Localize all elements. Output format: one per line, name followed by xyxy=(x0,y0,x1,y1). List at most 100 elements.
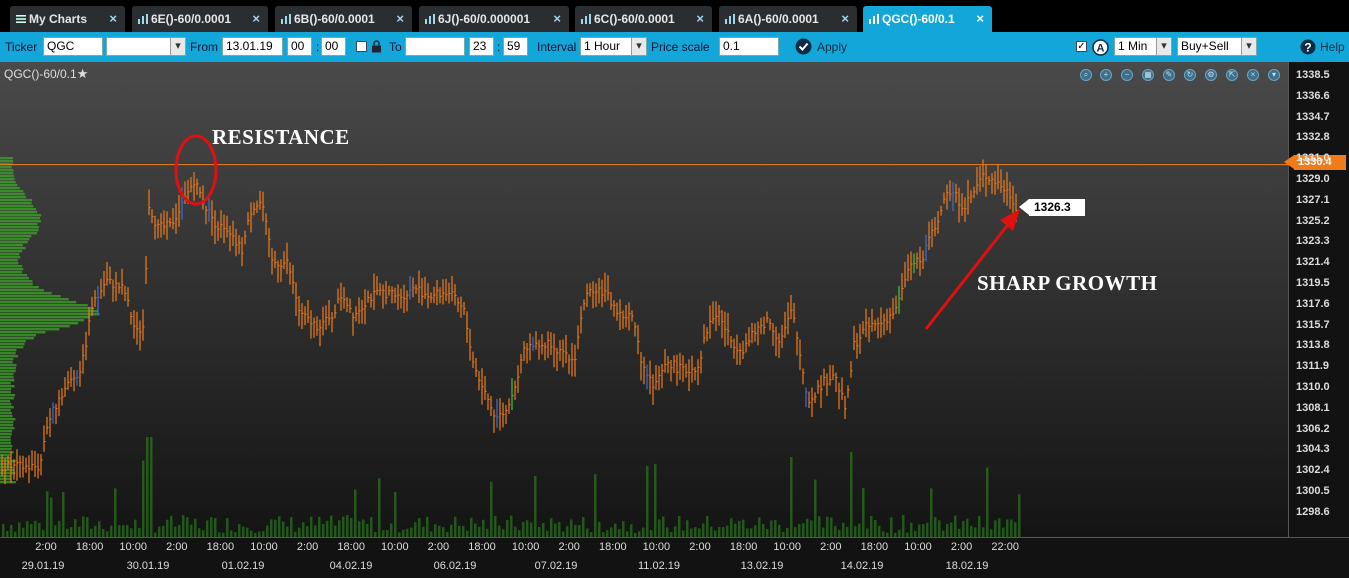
tab-qgc[interactable]: QGC()-60/0.1 × xyxy=(863,6,992,32)
time-separator: : xyxy=(316,40,320,54)
volume-bar xyxy=(734,523,737,537)
volume-bar xyxy=(754,525,757,537)
volume-bar xyxy=(970,526,973,537)
volume-bar xyxy=(846,526,849,537)
volume-bar xyxy=(582,517,585,537)
volume-profile-bar xyxy=(0,355,19,358)
y-tick-label: 1329.0 xyxy=(1296,173,1330,185)
close-icon[interactable]: × xyxy=(109,6,117,32)
volume-bar xyxy=(526,520,529,537)
close-icon[interactable]: × xyxy=(696,6,704,32)
settings-icon[interactable]: ⚙ xyxy=(1205,69,1217,81)
volume-bar xyxy=(606,530,609,537)
volume-bar xyxy=(486,528,489,537)
volume-bar xyxy=(974,527,977,537)
volume-bar xyxy=(158,526,161,537)
volume-profile-bar xyxy=(0,199,33,202)
volume-bar xyxy=(630,524,633,537)
price-scale-label: Price scale xyxy=(651,40,710,54)
zoom-out-icon[interactable]: − xyxy=(1121,69,1133,81)
volume-profile-bar xyxy=(0,343,25,346)
to-minute-input[interactable]: 59 xyxy=(503,37,528,56)
tab-6j[interactable]: 6J()-60/0.000001 × xyxy=(419,6,569,32)
price-chart[interactable] xyxy=(0,62,1288,537)
volume-profile-bar xyxy=(0,442,12,445)
volume-bar xyxy=(610,527,613,537)
volume-bar xyxy=(698,528,701,537)
volume-bar xyxy=(370,517,373,537)
tab-6c[interactable]: 6C()-60/0.0001 × xyxy=(575,6,712,32)
volume-profile-bar xyxy=(0,376,14,379)
volume-profile-bar xyxy=(0,325,70,328)
volume-profile-bar xyxy=(0,205,34,208)
price-scale-input[interactable]: 0.1 xyxy=(719,37,779,56)
to-date-input[interactable] xyxy=(405,37,465,56)
draw-icon[interactable]: ✎ xyxy=(1163,69,1175,81)
close-icon[interactable]: × xyxy=(252,6,260,32)
grid-icon[interactable]: ▦ xyxy=(1142,69,1154,81)
to-hour-input[interactable]: 23 xyxy=(469,37,494,56)
from-minute-input[interactable]: 00 xyxy=(321,37,346,56)
volume-profile-bar xyxy=(0,358,14,361)
interval-dropdown[interactable]: 1 Hour xyxy=(580,37,647,56)
volume-bar xyxy=(150,437,153,537)
volume-profile-bar xyxy=(0,397,15,400)
tab-label: 6B()-60/0.0001 xyxy=(294,12,375,26)
close-icon[interactable]: × xyxy=(976,6,984,32)
volume-bar xyxy=(898,529,901,537)
volume-profile-bar xyxy=(0,409,11,412)
volume-bar xyxy=(962,520,965,537)
volume-bar xyxy=(54,525,57,537)
tab-my-charts[interactable]: My Charts × xyxy=(10,6,125,32)
close-icon[interactable]: × xyxy=(841,6,849,32)
volume-bar xyxy=(330,515,333,537)
volume-bar xyxy=(750,528,753,537)
volume-bar xyxy=(178,525,181,537)
tab-6b[interactable]: 6B()-60/0.0001 × xyxy=(275,6,412,32)
tab-6a[interactable]: 6A()-60/0.0001 × xyxy=(719,6,857,32)
zoom-fit-icon[interactable]: ⌕ xyxy=(1080,69,1092,81)
volume-profile-bar xyxy=(0,265,23,268)
volume-bar xyxy=(614,523,617,537)
volume-bar xyxy=(826,516,829,537)
volume-profile-bar xyxy=(0,352,16,355)
favorite-star-icon[interactable]: ★ xyxy=(77,66,89,81)
to-enable-checkbox[interactable] xyxy=(356,41,367,52)
volume-bar xyxy=(558,522,561,537)
close-icon[interactable]: × xyxy=(1247,69,1259,81)
close-icon[interactable]: × xyxy=(553,6,561,32)
tab-6e[interactable]: 6E()-60/0.0001 × xyxy=(132,6,268,32)
auto-mode-icon[interactable]: A xyxy=(1092,39,1109,59)
volume-profile-bar xyxy=(0,319,84,322)
auto-checkbox[interactable]: ✓ xyxy=(1076,41,1087,52)
volume-bar xyxy=(570,519,573,537)
volume-bar xyxy=(282,521,285,537)
refresh-icon[interactable]: ↻ xyxy=(1184,69,1196,81)
volume-bar xyxy=(298,527,301,537)
volume-bar xyxy=(442,527,445,537)
chart-area[interactable] xyxy=(0,62,1288,537)
x-date-label: 07.02.19 xyxy=(534,560,578,572)
chevron-down-icon[interactable]: ▾ xyxy=(1268,69,1280,81)
volume-bar xyxy=(566,526,569,537)
x-tick-label: 10:00 xyxy=(381,541,409,553)
volume-bar xyxy=(318,516,321,537)
from-date-input[interactable]: 13.01.19 xyxy=(222,37,283,56)
volume-bar xyxy=(994,520,997,537)
volume-bar xyxy=(618,529,621,537)
tab-label: My Charts xyxy=(29,12,88,26)
timeframe-dropdown[interactable]: 1 Min xyxy=(1114,37,1172,56)
y-tick-label: 1304.3 xyxy=(1296,443,1330,456)
volume-profile-bar xyxy=(0,187,20,190)
from-hour-input[interactable]: 00 xyxy=(287,37,312,56)
volume-profile-bar xyxy=(0,346,24,349)
ticker-input[interactable]: QGC xyxy=(43,37,103,56)
x-tick-label: 22:00 xyxy=(991,541,1019,553)
volume-bar xyxy=(878,525,881,537)
zoom-in-icon[interactable]: + xyxy=(1100,69,1112,81)
popout-icon[interactable]: ⇱ xyxy=(1226,69,1238,81)
volume-profile-bar xyxy=(0,391,11,394)
ticker-dropdown[interactable] xyxy=(106,37,186,56)
side-dropdown[interactable]: Buy+Sell xyxy=(1177,37,1257,56)
close-icon[interactable]: × xyxy=(396,6,404,32)
